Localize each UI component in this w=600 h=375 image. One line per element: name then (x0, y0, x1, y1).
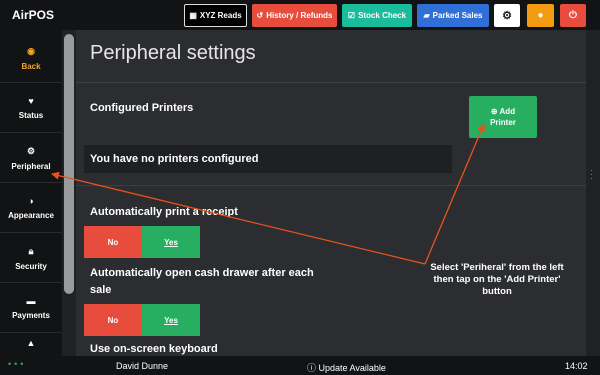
sidebar-item-label: Status (18, 111, 44, 120)
user-button[interactable]: ● (527, 4, 554, 27)
sidebar-item-appearance[interactable]: ◑ Appearance (0, 184, 62, 233)
auto-drawer-toggle: No Yes (84, 304, 200, 336)
connection-dots-icon: ••• (8, 359, 27, 369)
check-list-icon: ☑ (347, 11, 356, 20)
configured-printers-heading: Configured Printers (90, 102, 194, 114)
main-panel: Peripheral settings Configured Printers … (76, 30, 586, 356)
history-icon: ↺ (256, 11, 264, 20)
history-refunds-label: History / Refunds (266, 11, 333, 20)
auto-print-toggle: No Yes (84, 226, 200, 258)
user-icon: ● (537, 10, 544, 21)
auto-print-label: Automatically print a receipt (90, 206, 238, 218)
xyz-reads-button[interactable]: ▦ XYZ Reads (184, 4, 247, 27)
app-brand: AirPOS (12, 8, 55, 22)
page-title: Peripheral settings (90, 42, 256, 64)
sidebar-item-security[interactable]: 🔒︎ Security (0, 234, 62, 283)
auto-drawer-label: Automatically open cash drawer after eac… (90, 267, 314, 296)
gear-icon: ⚙ (502, 10, 512, 22)
sidebar-item-status[interactable]: ♥ Status (0, 84, 62, 133)
sidebar-item-warning[interactable]: ▲ (0, 334, 62, 356)
status-bar: ••• David Dunne ⓘ Update Available 14:02 (0, 356, 600, 375)
sidebar-item-payments[interactable]: ▬ Payments (0, 284, 62, 333)
parked-sales-label: Parked Sales (432, 11, 483, 20)
car-icon: ▰ (423, 11, 430, 20)
auto-drawer-yes-button[interactable]: Yes (142, 304, 200, 336)
sidebar-item-label: Peripheral (11, 161, 51, 171)
right-rail (586, 30, 600, 356)
settings-button[interactable]: ⚙ (494, 4, 520, 27)
auto-print-yes-button[interactable]: Yes (142, 226, 200, 258)
sidebar-item-label: Security (15, 261, 47, 271)
top-bar: AirPOS ▦ XYZ Reads ↺ History / Refunds ☑… (0, 0, 600, 30)
add-printer-line2: Printer (490, 118, 516, 127)
current-user: David Dunne (116, 361, 169, 371)
back-circle-icon: ◉ (27, 45, 35, 56)
sidebar-item-label: Back (21, 61, 41, 71)
add-printer-button[interactable]: ⊕ Add Printer (469, 96, 537, 138)
add-printer-label: Add (499, 107, 516, 116)
drag-handle-icon[interactable]: · · · (67, 156, 70, 173)
history-refunds-button[interactable]: ↺ History / Refunds (252, 4, 337, 27)
stock-check-label: Stock Check (358, 11, 407, 20)
auto-print-no-button[interactable]: No (84, 226, 142, 258)
grid-icon: ▦ (189, 11, 197, 20)
add-printer-line1: ⊕ Add (491, 106, 515, 117)
sidebar-item-label: Appearance (8, 211, 54, 220)
sidebar-item-label: Payments (12, 311, 50, 320)
annotation-text: Select 'Periheral' from the left then ta… (430, 262, 564, 297)
parked-sales-button[interactable]: ▰ Parked Sales (417, 4, 489, 27)
auto-drawer-no-button[interactable]: No (84, 304, 142, 336)
cart-icon: ▬ (26, 296, 36, 306)
xyz-reads-label: XYZ Reads (199, 11, 242, 20)
warning-icon: ▲ (26, 338, 36, 348)
update-label: Update Available (318, 363, 386, 373)
plus-circle-icon: ⊕ (490, 107, 498, 116)
divider (76, 185, 586, 186)
divider (76, 82, 586, 83)
info-icon: ⓘ (307, 363, 317, 373)
power-icon: ⏻ (569, 10, 577, 21)
stock-check-button[interactable]: ☑ Stock Check (342, 4, 412, 27)
lock-icon: 🔒︎ (28, 245, 34, 256)
clock: 14:02 (565, 361, 588, 371)
onscreen-keyboard-label: Use on-screen keyboard (90, 343, 218, 355)
no-printers-message: You have no printers configured (84, 145, 452, 173)
heartbeat-icon: ♥ (28, 96, 34, 106)
gear-icon: ⚙ (26, 145, 36, 156)
update-available[interactable]: ⓘ Update Available (307, 361, 386, 374)
sidebar-item-back[interactable]: ◉ Back (0, 34, 62, 83)
power-button[interactable]: ⏻ (560, 4, 586, 27)
contrast-icon: ◑ (28, 196, 34, 206)
sidebar: ◉ Back ♥ Status ⚙ Peripheral ◑ Appearanc… (0, 30, 62, 356)
drag-handle-icon[interactable]: · · · (590, 166, 593, 183)
sidebar-item-peripheral[interactable]: ⚙ Peripheral (0, 134, 62, 183)
